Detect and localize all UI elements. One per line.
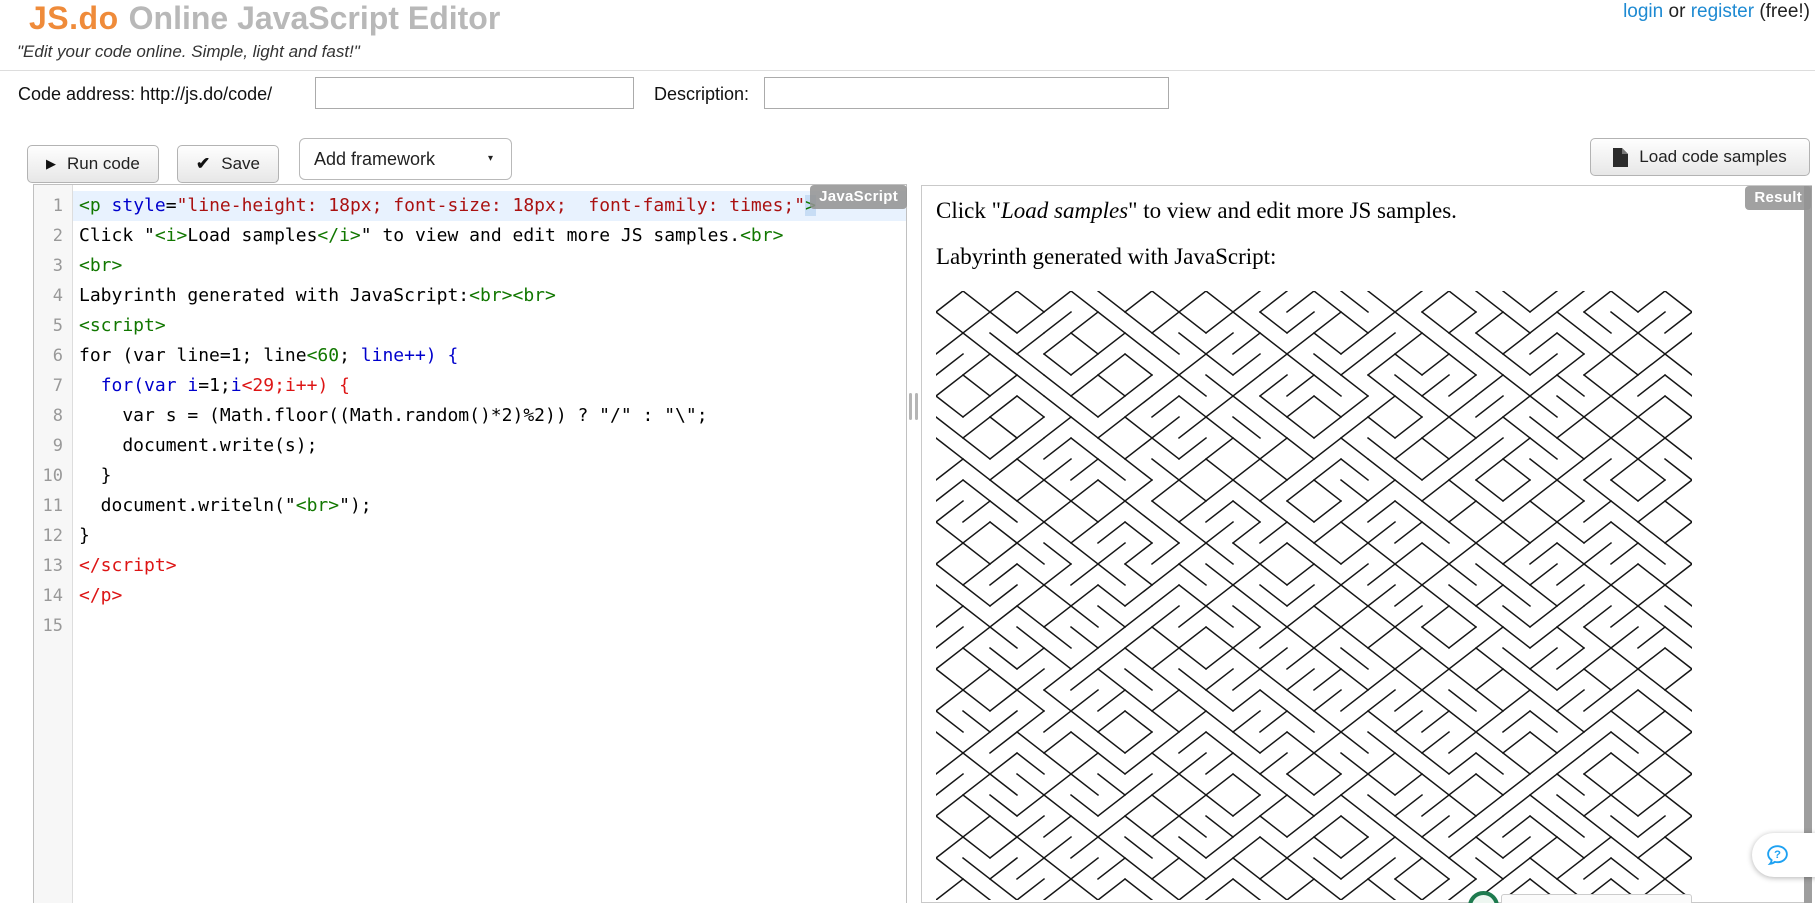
code-line: Click "<i>Load samples</i>" to view and … xyxy=(73,221,906,251)
run-code-label: Run code xyxy=(67,154,140,174)
register-link[interactable]: register xyxy=(1691,1,1754,22)
line-number: 1 xyxy=(34,191,72,221)
code-line: </script> xyxy=(73,551,906,581)
line-number: 10 xyxy=(34,461,72,491)
app-logo: JS.do Online JavaScript Editor xyxy=(29,0,500,37)
line-number: 9 xyxy=(34,431,72,461)
svg-text:?: ? xyxy=(1774,849,1781,861)
js-do-editor-page: JS.do Online JavaScript Editor "Edit your… xyxy=(0,0,1815,903)
javascript-mode-badge: JavaScript xyxy=(810,185,907,209)
save-label: Save xyxy=(221,154,260,174)
auth-links: login or register (free!) xyxy=(1623,1,1810,23)
auth-separator: or xyxy=(1663,1,1690,22)
line-number: 15 xyxy=(34,611,72,641)
line-number: 2 xyxy=(34,221,72,251)
save-button[interactable]: ✔ Save xyxy=(177,145,279,183)
line-number: 4 xyxy=(34,281,72,311)
line-number: 6 xyxy=(34,341,72,371)
code-line xyxy=(73,611,906,641)
file-icon xyxy=(1613,148,1628,167)
code-address-label: Code address: http://js.do/code/ xyxy=(18,84,272,105)
chat-widget-bar[interactable] xyxy=(1501,894,1692,903)
line-number: 3 xyxy=(34,251,72,281)
result-line-1: Click "Load samples" to view and edit mo… xyxy=(936,199,1811,222)
framework-select[interactable]: Add framework xyxy=(299,138,512,180)
tagline: "Edit your code online. Simple, light an… xyxy=(17,42,360,62)
logo-text: JS.do xyxy=(29,0,119,36)
labyrinth-maze xyxy=(936,291,1692,900)
result-line-2: Labyrinth generated with JavaScript: xyxy=(936,245,1811,268)
code-line: for (var line=1; line<60; line++) { xyxy=(73,341,906,371)
code-area[interactable]: <p style="line-height: 18px; font-size: … xyxy=(73,185,906,903)
line-number: 7 xyxy=(34,371,72,401)
code-line: for(var i=1;i<29;i++) { xyxy=(73,371,906,401)
code-line: <br> xyxy=(73,251,906,281)
line-number: 8 xyxy=(34,401,72,431)
code-line: } xyxy=(73,461,906,491)
code-line: var s = (Math.floor((Math.random()*2)%2)… xyxy=(73,401,906,431)
line-number: 11 xyxy=(34,491,72,521)
code-address-input[interactable] xyxy=(315,77,634,109)
code-line: </p> xyxy=(73,581,906,611)
auth-free-note: (free!) xyxy=(1754,1,1810,22)
check-icon: ✔ xyxy=(196,154,210,174)
logo-subtitle: Online JavaScript Editor xyxy=(129,0,501,36)
result-badge: Result xyxy=(1745,186,1811,210)
panel-splitter-handle[interactable] xyxy=(907,393,920,420)
code-line: document.writeln("<br>"); xyxy=(73,491,906,521)
code-line: <p style="line-height: 18px; font-size: … xyxy=(73,191,906,221)
load-samples-italic: Load samples xyxy=(1001,198,1128,223)
line-number-gutter: 123456789101112131415 xyxy=(34,185,73,903)
description-label: Description: xyxy=(654,84,749,105)
load-samples-label: Load code samples xyxy=(1639,147,1786,167)
framework-select-wrap: Add framework ▾ xyxy=(299,138,512,180)
result-panel: Click "Load samples" to view and edit mo… xyxy=(921,185,1812,903)
code-line: document.write(s); xyxy=(73,431,906,461)
result-scrollbar[interactable] xyxy=(1804,186,1812,903)
code-line: <script> xyxy=(73,311,906,341)
header-divider xyxy=(0,70,1815,71)
code-lines: <p style="line-height: 18px; font-size: … xyxy=(73,191,906,641)
line-number: 12 xyxy=(34,521,72,551)
play-icon: ▶ xyxy=(46,156,56,172)
code-editor-panel: 123456789101112131415 <p style="line-hei… xyxy=(33,184,907,903)
result-content: Click "Load samples" to view and edit mo… xyxy=(922,186,1811,900)
line-number: 14 xyxy=(34,581,72,611)
help-chat-icon: ? xyxy=(1765,843,1790,868)
run-code-button[interactable]: ▶ Run code xyxy=(27,145,159,183)
load-samples-button[interactable]: Load code samples xyxy=(1590,138,1810,176)
code-line: } xyxy=(73,521,906,551)
line-number: 5 xyxy=(34,311,72,341)
code-line: Labyrinth generated with JavaScript:<br>… xyxy=(73,281,906,311)
description-input[interactable] xyxy=(764,77,1169,109)
line-number: 13 xyxy=(34,551,72,581)
help-button[interactable]: ? xyxy=(1752,833,1815,877)
login-link[interactable]: login xyxy=(1623,1,1663,22)
